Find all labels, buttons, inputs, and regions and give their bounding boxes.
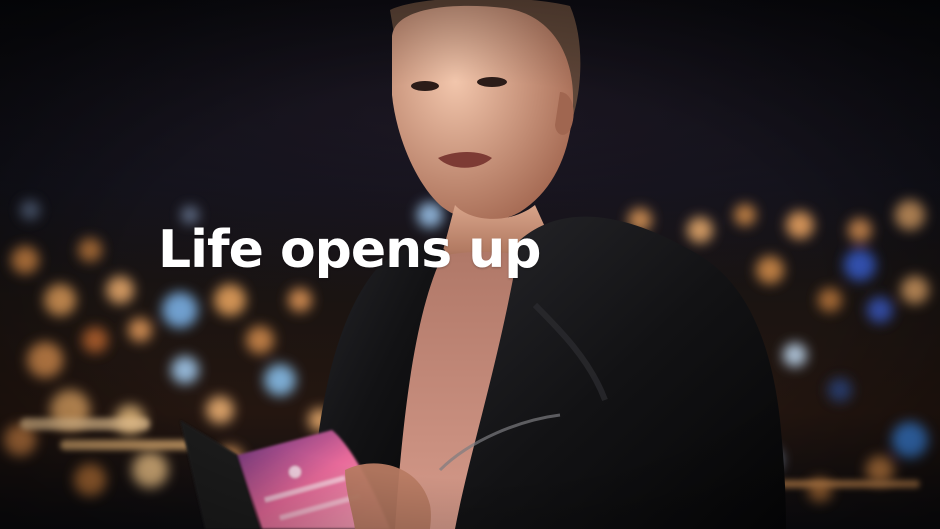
video-frame: Life opens up: [0, 0, 940, 529]
headline-text: Life opens up: [158, 220, 541, 280]
